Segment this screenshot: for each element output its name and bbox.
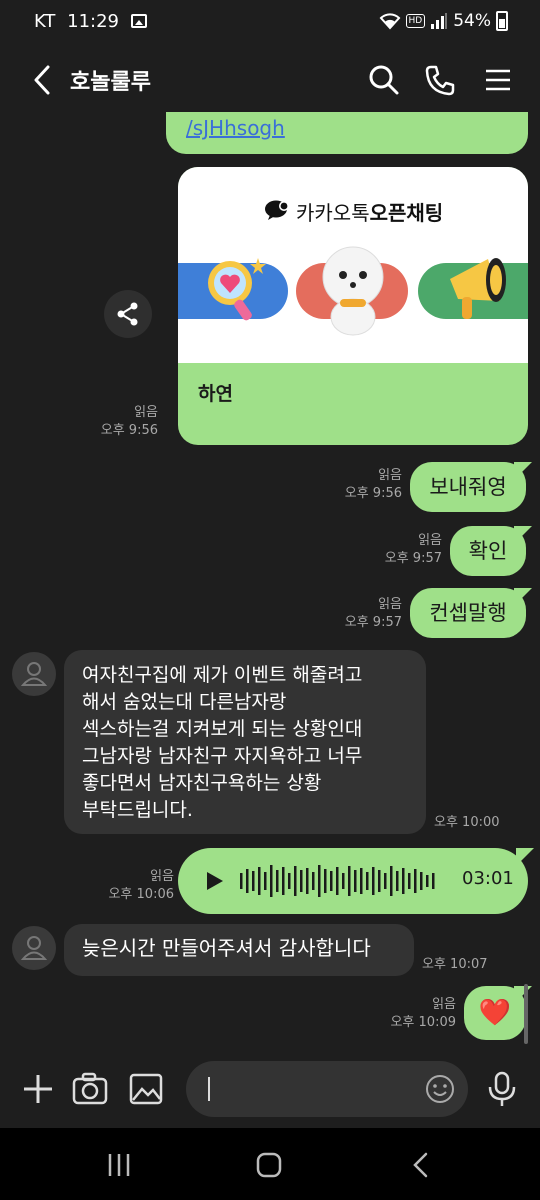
status-right: HD 54% xyxy=(379,11,508,31)
battery-percent: 54% xyxy=(453,11,491,31)
message-input[interactable] xyxy=(186,1061,468,1117)
timestamp: 오후 9:57 xyxy=(344,615,402,631)
message-text: 늦은시간 만들어주셔서 감사합니다 xyxy=(82,936,371,960)
received-message-bubble[interactable]: 여자친구집에 제가 이벤트 해줄려고 해서 숨었는대 다른남자랑 섹스하는걸 지… xyxy=(64,650,426,834)
emoji-icon[interactable] xyxy=(424,1073,456,1105)
scrollbar[interactable] xyxy=(524,984,528,1044)
timestamp: 오후 9:56 xyxy=(100,423,158,439)
text-cursor xyxy=(208,1077,210,1101)
image-icon[interactable] xyxy=(126,1069,166,1109)
my-message-bubble[interactable]: ❤️ xyxy=(464,986,526,1040)
m1-meta: 읽음 오후 9:56 xyxy=(320,467,402,503)
open-chat-link-card[interactable]: 카카오톡오픈채팅 하연 xyxy=(178,167,528,445)
system-nav-bar xyxy=(0,1128,540,1200)
back-arrow-icon[interactable] xyxy=(24,60,64,100)
chat-header: 호놀룰루 xyxy=(0,48,540,112)
voice-message-bubble[interactable]: 03:01 xyxy=(178,848,528,914)
plus-icon[interactable] xyxy=(18,1069,58,1109)
search-icon[interactable] xyxy=(366,62,402,98)
recent-apps-icon[interactable] xyxy=(102,1148,136,1182)
white-dog-character-icon xyxy=(322,246,384,336)
sender-avatar[interactable] xyxy=(12,926,56,970)
signal-icon xyxy=(431,13,448,29)
card-brand: 카카오톡오픈채팅 xyxy=(296,197,443,226)
carrier: KT xyxy=(34,11,56,32)
read-status: 읽음 xyxy=(432,997,456,1012)
play-icon[interactable] xyxy=(202,869,226,893)
card-meta: 읽음 오후 9:56 xyxy=(90,404,158,440)
received-message-bubble[interactable]: 늦은시간 만들어주셔서 감사합니다 xyxy=(64,924,414,976)
status-left: KT 11:29 xyxy=(34,11,147,32)
card-preview: 카카오톡오픈채팅 xyxy=(178,167,528,363)
battery-icon xyxy=(496,11,508,31)
message-line: 그남자랑 남자친구 자지욕하고 너무 xyxy=(82,744,363,767)
gallery-notification-icon xyxy=(130,14,147,28)
my-message-bubble[interactable]: 보내줘영 xyxy=(410,462,526,512)
waveform-icon xyxy=(240,865,435,897)
person-icon xyxy=(20,662,48,686)
kakao-speech-icon xyxy=(265,200,289,220)
read-status: 읽음 xyxy=(418,533,442,548)
card-room-name: 하연 xyxy=(198,383,233,405)
link-message-bubble[interactable]: /sJHhsogh xyxy=(166,112,528,154)
phone-icon[interactable] xyxy=(422,62,458,98)
my-message-bubble[interactable]: 확인 xyxy=(450,526,526,576)
read-status: 읽음 xyxy=(378,468,402,483)
message-text: 보내줘영 xyxy=(429,475,507,499)
message-line: 부탁드립니다. xyxy=(82,798,193,821)
m3-meta: 읽음 오후 9:57 xyxy=(320,596,402,632)
timestamp: 오후 9:57 xyxy=(384,551,442,567)
message-line: 해서 숨었는대 다른남자랑 xyxy=(82,690,287,713)
timestamp: 오후 10:06 xyxy=(108,887,174,903)
magnifier-heart-icon xyxy=(208,258,266,321)
message-line: 좋다면서 남자친구욕하는 상황 xyxy=(82,771,322,794)
voice-duration: 03:01 xyxy=(462,868,514,889)
read-status: 읽음 xyxy=(378,597,402,612)
clock: 11:29 xyxy=(67,11,120,32)
chat-title: 호놀룰루 xyxy=(70,70,151,95)
status-bar: KT 11:29 HD 54% xyxy=(0,0,540,48)
message-line: 여자친구집에 제가 이벤트 해줄려고 xyxy=(82,664,363,686)
message-text: 컨셉말행 xyxy=(429,601,507,625)
m4-meta: 읽음 오후 10:09 xyxy=(372,996,456,1032)
share-icon[interactable] xyxy=(104,290,152,338)
input-bar xyxy=(0,1050,540,1128)
person-icon xyxy=(20,936,48,960)
voice-meta: 읽음 오후 10:06 xyxy=(90,868,174,904)
link-text[interactable]: /sJHhsogh xyxy=(186,116,285,140)
my-message-bubble[interactable]: 컨셉말행 xyxy=(410,588,526,638)
brand-bold: 오픈채팅 xyxy=(369,201,444,225)
hd-badge: HD xyxy=(405,14,426,28)
wifi-icon xyxy=(379,13,400,30)
read-status: 읽음 xyxy=(150,869,174,884)
home-icon[interactable] xyxy=(252,1148,286,1182)
timestamp: 오후 10:00 xyxy=(434,815,500,830)
heart-emoji: ❤️ xyxy=(478,998,512,1028)
m2-meta: 읽음 오후 9:57 xyxy=(360,532,442,568)
timestamp: 오후 10:07 xyxy=(422,957,488,972)
mic-icon[interactable] xyxy=(482,1069,522,1109)
menu-icon[interactable] xyxy=(480,62,516,98)
read-status: 읽음 xyxy=(134,405,158,420)
nav-back-icon[interactable] xyxy=(404,1148,438,1182)
message-list[interactable]: /sJHhsogh 읽음 오후 9:56 카카오톡오픈채팅 하연 읽음 오후 9… xyxy=(0,112,540,1050)
message-text: 확인 xyxy=(468,539,508,563)
brand-regular: 카카오톡 xyxy=(296,201,370,225)
timestamp: 오후 9:56 xyxy=(344,486,402,502)
sender-avatar[interactable] xyxy=(12,652,56,696)
message-line: 섹스하는걸 지켜보게 되는 상황인대 xyxy=(82,717,363,740)
megaphone-icon xyxy=(450,258,506,319)
timestamp: 오후 10:09 xyxy=(390,1015,456,1031)
camera-icon[interactable] xyxy=(70,1069,110,1109)
